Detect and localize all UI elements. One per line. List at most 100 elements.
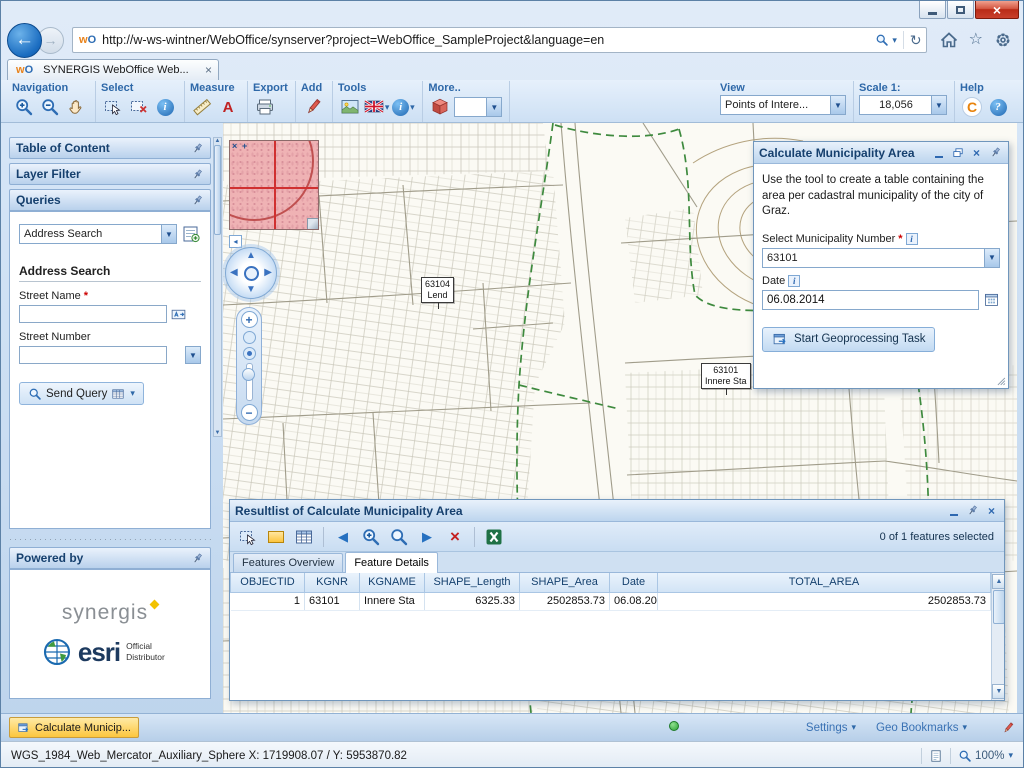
query-form-icon[interactable] — [181, 224, 201, 244]
zoom-out-button[interactable] — [38, 95, 62, 119]
select-features-button[interactable] — [101, 95, 125, 119]
panel-header-queries[interactable]: Queries — [9, 189, 211, 211]
tab-close-icon[interactable]: × — [205, 63, 212, 77]
home-icon[interactable] — [939, 30, 959, 50]
active-task-button[interactable]: Calculate Municip... — [9, 717, 139, 738]
geoprocessing-tools-button[interactable] — [428, 95, 452, 119]
start-geoprocessing-button[interactable]: Start Geoprocessing Task — [762, 327, 935, 352]
dialog-header[interactable]: Calculate Municipality Area × — [754, 142, 1008, 164]
search-icon[interactable] — [875, 33, 889, 47]
select-result-features-button[interactable] — [236, 525, 260, 549]
pan-compass-control[interactable]: ▲ ▼ ◀ ▶ — [225, 247, 277, 299]
favorites-star-icon[interactable]: ☆ — [969, 32, 983, 48]
scroll-down-icon[interactable]: ▼ — [992, 684, 1004, 699]
calendar-icon[interactable] — [983, 291, 1000, 308]
table-row[interactable]: 1 63101 Innere Sta 6325.33 2502853.73 06… — [231, 592, 991, 610]
dialog-close-button[interactable]: × — [969, 145, 984, 160]
overview-resize-handle[interactable] — [307, 218, 318, 229]
info-icon[interactable]: i — [906, 233, 918, 245]
full-extent-button[interactable] — [243, 347, 256, 360]
edit-pencil-icon[interactable] — [1001, 721, 1015, 735]
refresh-icon[interactable]: ↻ — [910, 32, 922, 49]
settings-gear-icon[interactable] — [993, 30, 1013, 50]
date-input[interactable] — [762, 290, 979, 310]
back-button[interactable]: ← — [7, 23, 42, 58]
panel-header-powered-by[interactable]: Powered by — [9, 547, 211, 569]
pan-button[interactable] — [64, 95, 88, 119]
column-header[interactable]: SHAPE_Length — [425, 573, 520, 592]
browser-zoom-control[interactable]: 100% ▾ — [958, 749, 1013, 763]
tab-feature-details[interactable]: Feature Details — [345, 552, 438, 573]
scroll-up-icon[interactable]: ▲ — [992, 574, 1004, 589]
pin-icon[interactable] — [191, 142, 204, 155]
dialog-resize-handle[interactable] — [993, 373, 1007, 387]
column-header[interactable]: KGNR — [305, 573, 360, 592]
maximize-button[interactable] — [947, 1, 974, 19]
result-scrollbar[interactable]: ▲ ▼ — [991, 573, 1004, 700]
zoom-in-button[interactable] — [12, 95, 36, 119]
scale-select[interactable]: 18,056▼ — [859, 95, 947, 115]
scrollbar-thumb[interactable] — [214, 145, 221, 235]
overview-close-icon[interactable]: × — [232, 141, 237, 151]
resultlist-pin-button[interactable] — [965, 503, 980, 518]
dialog-pin-button[interactable] — [988, 145, 1003, 160]
address-bar[interactable]: wO http://w-ws-wintner/WebOffice/synserv… — [72, 27, 927, 53]
zoom-slider-out-button[interactable]: − — [241, 404, 258, 421]
street-number-input[interactable] — [19, 346, 167, 364]
minimize-button[interactable] — [919, 1, 946, 19]
add-to-table-button[interactable] — [292, 525, 316, 549]
zoom-slider-track[interactable] — [246, 363, 253, 401]
info-icon[interactable]: i — [788, 275, 800, 287]
zoom-to-feature-button[interactable] — [359, 525, 383, 549]
pin-icon[interactable] — [191, 194, 204, 207]
language-flag-button[interactable]: ▾ — [364, 95, 390, 119]
zoom-to-all-button[interactable] — [387, 525, 411, 549]
panel-header-table-of-content[interactable]: Table of Content — [9, 137, 211, 159]
dialog-minimize-button[interactable] — [931, 145, 946, 160]
info-tool-button[interactable]: i▾ — [391, 95, 415, 119]
pan-west-icon[interactable]: ◀ — [230, 268, 238, 278]
previous-feature-button[interactable]: ◀ — [331, 525, 355, 549]
zoom-slider-in-button[interactable]: + — [241, 311, 258, 328]
zoom-slider-thumb[interactable] — [242, 368, 255, 381]
overview-map[interactable]: × + — [229, 140, 319, 230]
query-type-select[interactable]: Address Search▼ — [19, 224, 177, 244]
overview-collapse-button[interactable]: ◂ — [229, 235, 242, 248]
resultlist-minimize-button[interactable] — [946, 503, 961, 518]
resultlist-close-button[interactable]: × — [984, 503, 999, 518]
scroll-up-icon[interactable]: ▲ — [215, 138, 221, 144]
pin-icon[interactable] — [191, 552, 204, 565]
close-window-button[interactable]: × — [975, 1, 1019, 19]
address-lookup-icon[interactable] — [170, 306, 187, 323]
next-feature-button[interactable]: ▶ — [415, 525, 439, 549]
pan-east-icon[interactable]: ▶ — [264, 268, 272, 278]
column-header[interactable]: SHAPE_Area — [520, 573, 610, 592]
help-button[interactable]: ? — [986, 95, 1010, 119]
view-select[interactable]: Points of Intere...▼ — [720, 95, 846, 115]
panel-header-layer-filter[interactable]: Layer Filter — [9, 163, 211, 185]
send-query-button[interactable]: Send Query ▾ — [19, 382, 144, 405]
column-header[interactable]: Date — [610, 573, 658, 592]
scrollbar-thumb[interactable] — [993, 590, 1004, 624]
panel-splitter[interactable] — [9, 533, 211, 547]
redline-draw-button[interactable] — [301, 95, 325, 119]
pan-south-icon[interactable]: ▼ — [246, 285, 256, 295]
identify-info-button[interactable]: i — [153, 95, 177, 119]
export-excel-button[interactable] — [482, 525, 506, 549]
resultlist-header[interactable]: Resultlist of Calculate Municipality Are… — [230, 500, 1004, 522]
print-button[interactable] — [253, 95, 277, 119]
street-number-caret-icon[interactable]: ▼ — [185, 346, 201, 364]
geo-bookmarks-menu[interactable]: Geo Bookmarks▾ — [876, 722, 967, 734]
zoom-slider-control[interactable]: + − — [236, 307, 262, 425]
highlight-extent-button[interactable] — [264, 525, 288, 549]
settings-menu[interactable]: Settings▾ — [806, 722, 856, 734]
measure-distance-button[interactable] — [190, 95, 214, 119]
column-header[interactable]: TOTAL_AREA — [658, 573, 991, 592]
more-tools-select[interactable]: ▼ — [454, 97, 502, 117]
zoom-box-button[interactable] — [243, 331, 256, 344]
pan-north-icon[interactable]: ▲ — [246, 251, 256, 261]
page-icon[interactable] — [929, 749, 943, 763]
sidebar-scrollbar[interactable]: ▲ ▼ — [213, 137, 222, 437]
address-dropdown-caret-icon[interactable]: ▾ — [892, 35, 897, 46]
pin-icon[interactable] — [191, 168, 204, 181]
